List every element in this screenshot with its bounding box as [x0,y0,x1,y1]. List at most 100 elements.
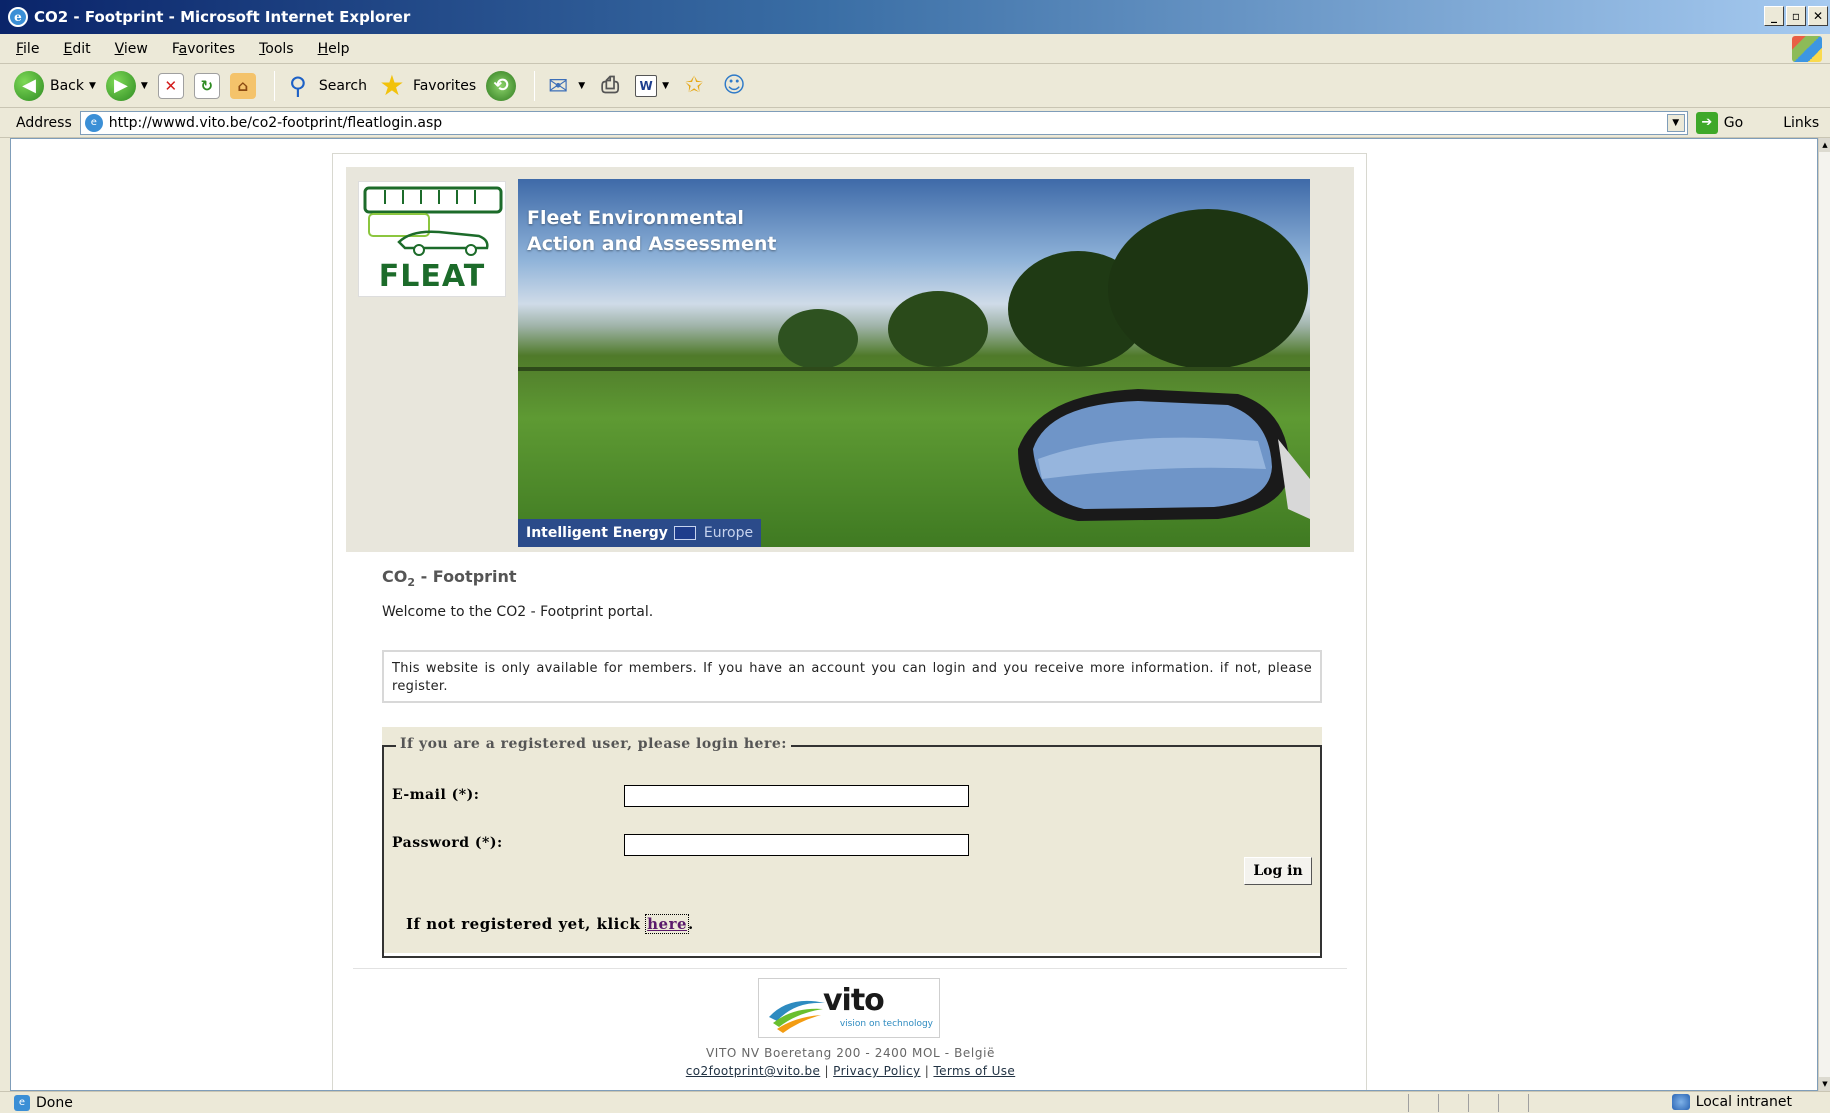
edit-button[interactable]: W ▼ [635,74,669,97]
footer-address: VITO NV Boeretang 200 - 2400 MOL - Belgi… [706,1046,995,1060]
home-button[interactable]: ⌂ [229,72,256,99]
back-arrow-icon: ◀ [14,70,44,101]
address-label: Address [16,114,72,131]
edit-dropdown-icon[interactable]: ▼ [662,81,669,91]
fleat-logo-text: FLEAT [378,259,486,294]
history-icon: ⟲ [486,70,517,101]
scroll-up-icon[interactable]: ▲ [1819,138,1830,152]
stop-icon: ✕ [157,72,184,99]
menu-view[interactable]: View [115,41,148,57]
status-panels [1408,1094,1554,1112]
page-done-icon: e [14,1094,30,1111]
stop-button[interactable]: ✕ [157,72,184,99]
go-label: Go [1723,114,1744,131]
security-zone: Local intranet [1671,1094,1792,1110]
close-button[interactable]: ✕ [1808,6,1828,26]
address-bar: Address e http://wwwd.vito.be/co2-footpr… [0,108,1830,138]
menu-bar: File Edit View Favorites Tools Help [0,34,1830,64]
menu-help[interactable]: Help [318,41,350,57]
forward-arrow-icon: ▶ [105,70,136,101]
scroll-down-icon[interactable]: ▼ [1819,1077,1830,1091]
mail-dropdown-icon[interactable]: ▼ [578,81,585,91]
toolbar-separator [273,70,275,101]
back-dropdown-icon[interactable]: ▼ [89,81,96,91]
menu-favorites[interactable]: Favorites [172,41,235,57]
print-button[interactable]: ⎙ [595,71,625,101]
ie-icon: e [8,7,28,27]
standard-toolbar: ◀ Back ▼ ▶ ▼ ✕ ↻ ⌂ ⚲ Search ★ Favorites … [0,64,1830,108]
word-icon: W [635,74,658,97]
banner-title: Fleet Environmental Action and Assessmen… [527,207,777,255]
vito-logo-text: vito [823,983,885,1018]
go-button[interactable]: ➔ Go [1695,111,1744,134]
favorites-label: Favorites [412,77,477,94]
menu-tools[interactable]: Tools [259,41,294,57]
favorites-button[interactable]: ★ Favorites [377,69,477,102]
address-dropdown-icon[interactable]: ▼ [1666,113,1685,132]
messenger-button[interactable]: ☺ [719,71,749,101]
menu-file[interactable]: File [16,41,39,57]
vito-tagline: vision on technology [839,1019,933,1029]
page-title: CO2 - Footprint [382,567,517,590]
printer-icon: ⎙ [601,73,619,98]
windows-logo-icon [1792,36,1822,62]
privacy-policy-link[interactable]: Privacy Policy [833,1064,920,1078]
minimize-button[interactable]: _ [1764,6,1784,26]
footer-links: co2footprint@vito.be | Privacy Policy | … [685,1064,1016,1078]
address-input[interactable]: e http://wwwd.vito.be/co2-footprint/flea… [79,110,1688,135]
address-url[interactable]: http://wwwd.vito.be/co2-footprint/fleatl… [109,115,442,131]
login-panel: If you are a registered user, please log… [382,727,1322,958]
status-bar: e Done Local intranet [0,1091,1830,1113]
refresh-icon: ↻ [193,72,220,99]
search-icon: ⚲ [289,71,307,100]
zone-label: Local intranet [1695,1094,1792,1110]
status-text: Done [36,1094,73,1111]
window-controls: _ ▫ ✕ [1764,6,1828,26]
login-legend: If you are a registered user, please log… [396,736,791,752]
login-button[interactable]: Log in [1244,857,1312,885]
favorites-star-icon: ✩ [684,73,704,98]
back-label: Back [50,77,84,94]
password-label: Password (*): [392,835,503,851]
discuss-button[interactable]: ✩ [679,71,709,101]
search-button[interactable]: ⚲ Search [283,71,367,101]
mail-button[interactable]: ✉ ▼ [543,71,585,101]
forward-button[interactable]: ▶ ▼ [105,70,148,101]
email-field[interactable] [624,785,969,807]
page-container: FLEAT Fleet Environmental Action and Ass… [332,153,1367,1090]
forward-dropdown-icon[interactable]: ▼ [141,81,148,91]
intelligent-energy-badge: Intelligent Energy Europe [518,519,762,547]
links-button[interactable]: Links [1783,115,1819,131]
header-banner: FLEAT Fleet Environmental Action and Ass… [346,167,1354,552]
vito-logo[interactable]: vito vision on technology [758,978,940,1038]
welcome-text: Welcome to the CO2 - Footprint portal. [382,604,654,620]
login-fieldset: If you are a registered user, please log… [382,736,1322,958]
register-line: If not registered yet, klick here. [406,914,694,934]
back-button[interactable]: ◀ Back ▼ [14,70,96,101]
vertical-scrollbar[interactable]: ▲ ▼ [1818,138,1830,1091]
menu-edit[interactable]: Edit [63,41,90,57]
banner-photo: Fleet Environmental Action and Assessmen… [518,179,1310,547]
local-intranet-icon [1671,1094,1690,1110]
terms-of-use-link[interactable]: Terms of Use [933,1064,1015,1078]
footer-email-link[interactable]: co2footprint@vito.be [686,1064,820,1078]
password-field[interactable] [624,834,969,856]
search-label: Search [318,77,367,94]
refresh-button[interactable]: ↻ [193,72,220,99]
eu-flag-icon [673,526,696,540]
vito-swoosh-icon [769,1000,825,1033]
register-link[interactable]: here [645,914,690,934]
window-title: CO2 - Footprint - Microsoft Internet Exp… [34,8,411,26]
fleat-logo: FLEAT [358,181,506,297]
home-icon: ⌂ [229,72,256,99]
title-bar: e CO2 - Footprint - Microsoft Internet E… [0,0,1830,34]
page-icon: e [84,113,103,132]
restore-button[interactable]: ▫ [1786,6,1806,26]
history-button[interactable]: ⟲ [486,70,517,101]
browser-viewport: FLEAT Fleet Environmental Action and Ass… [10,138,1818,1091]
mail-icon: ✉ [548,71,569,100]
members-info-box: This website is only available for membe… [382,650,1322,703]
messenger-icon: ☺ [722,73,746,98]
email-label: E-mail (*): [392,787,480,803]
star-icon: ★ [379,69,405,102]
